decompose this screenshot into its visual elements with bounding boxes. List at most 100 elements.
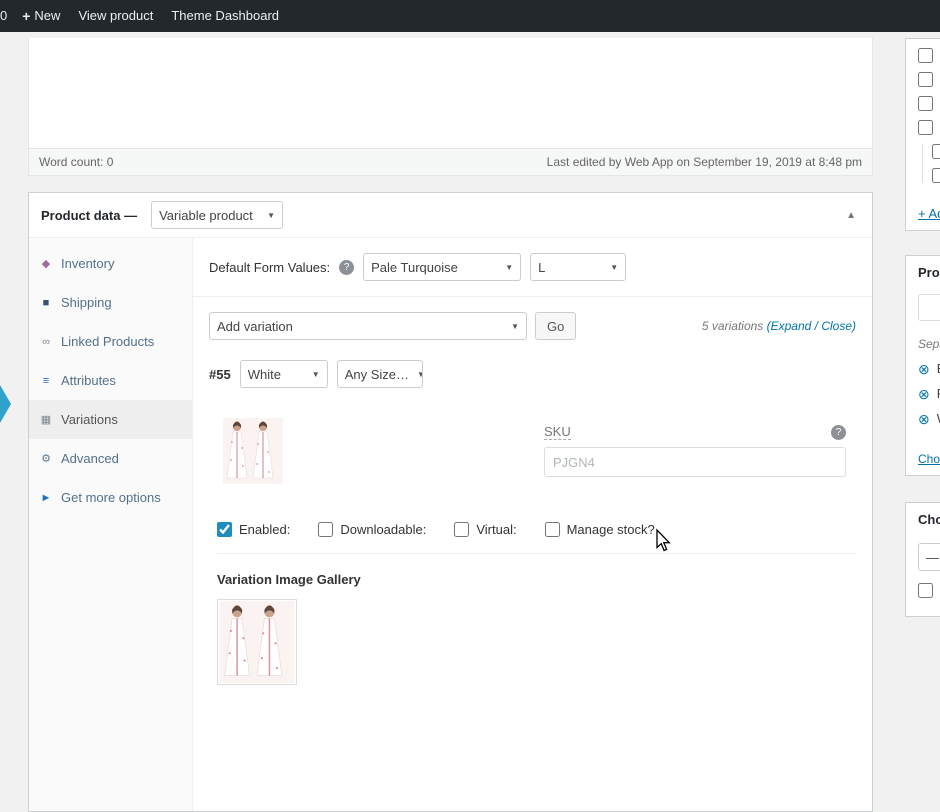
checkbox-label: Manage stock? — [566, 522, 655, 537]
adminbar-new-button[interactable]: + New — [13, 0, 69, 32]
category-checkbox[interactable] — [932, 168, 940, 183]
category-checkbox[interactable] — [932, 144, 940, 159]
bottom-checkbox-row[interactable]: H — [918, 583, 940, 598]
caret-down-icon: ▼ — [511, 321, 519, 331]
advanced-icon: ⚙ — [41, 453, 51, 465]
downloadable-checkbox-label[interactable]: Downloadable: — [318, 522, 426, 537]
tab-advanced[interactable]: ⚙ Advanced — [29, 439, 192, 478]
tab-get-more-options[interactable]: ► Get more options — [29, 478, 192, 517]
categories-box: + Add — [905, 38, 940, 231]
category-row[interactable] — [932, 168, 940, 183]
enabled-checkbox[interactable] — [217, 522, 232, 537]
checkbox-label: Virtual: — [476, 522, 517, 537]
default-color-select[interactable]: Pale Turquoise ▼ — [363, 253, 522, 281]
remove-tag-icon[interactable]: ⊗ — [918, 387, 930, 401]
content-editor: Word count: 0 Last edited by Web App on … — [28, 38, 873, 176]
checkbox-label: Enabled: — [239, 522, 291, 537]
add-variation-value: Add variation — [217, 318, 293, 334]
variations-summary: 5 variations (Expand / Close) — [702, 319, 856, 333]
linked-products-icon: ∞ — [42, 335, 50, 348]
manage-stock-checkbox[interactable] — [544, 522, 560, 537]
adminbar-theme-dashboard[interactable]: Theme Dashboard — [162, 0, 288, 32]
help-icon[interactable]: ? — [831, 424, 846, 440]
caret-down-icon: ▼ — [267, 210, 276, 220]
attributes-icon: ≡ — [42, 374, 50, 387]
sku-label: SKU — [544, 424, 571, 440]
get-more-options-icon: ► — [40, 491, 52, 504]
go-button[interactable]: Go — [535, 312, 577, 340]
caret-down-icon: ▼ — [610, 262, 619, 272]
expand-close-links[interactable]: (Expand / Close) — [767, 319, 856, 333]
enabled-checkbox-label[interactable]: Enabled: — [217, 522, 290, 537]
variation-color-value: White — [247, 366, 281, 382]
main-column: Word count: 0 Last edited by Web App on … — [28, 38, 873, 812]
variation-options-row: Enabled: Downloadable: Virtual: Manage s… — [217, 522, 856, 554]
panel-collapse-toggle[interactable]: ▲ — [842, 206, 860, 225]
tab-label: Linked Products — [61, 334, 155, 349]
add-category-link[interactable]: + Add — [918, 206, 940, 221]
bottom-checkbox[interactable] — [918, 583, 933, 598]
variation-image-gallery-title: Variation Image Gallery — [217, 572, 361, 587]
category-row[interactable] — [918, 120, 940, 135]
product-tags-box: Produ Separ ⊗ Bla ⊗ Ro ⊗ Wh Choos — [905, 255, 940, 476]
tags-input[interactable] — [918, 294, 940, 321]
remove-tag-icon[interactable]: ⊗ — [918, 362, 930, 376]
default-size-select[interactable]: L ▼ — [530, 253, 627, 281]
caret-down-icon: ▼ — [311, 369, 320, 379]
add-variation-select[interactable]: Add variation ▼ — [209, 312, 527, 340]
tag-item: ⊗ Bla — [918, 361, 940, 376]
sku-input[interactable] — [544, 447, 846, 477]
default-form-values-row: Default Form Values: ? Pale Turquoise ▼ … — [193, 238, 872, 297]
category-checkbox[interactable] — [918, 72, 933, 87]
variation-detail-top: SKU ? — [209, 412, 856, 516]
variation-color-select[interactable]: White ▼ — [239, 360, 328, 388]
product-data-panel: Product data — Variable product ▼ ▲ ◆ In… — [28, 192, 873, 812]
adminbar-count[interactable]: 0 — [0, 0, 13, 32]
checkbox-label: Downloadable: — [340, 522, 427, 537]
sku-field-group: SKU ? — [544, 424, 846, 477]
adminbar-new-label: New — [34, 8, 61, 23]
product-data-tabs: ◆ Inventory ■ Shipping ∞ Linked Products… — [29, 238, 193, 811]
category-checkbox[interactable] — [918, 120, 933, 135]
remove-tag-icon[interactable]: ⊗ — [918, 412, 930, 426]
product-data-title: Product data — — [41, 207, 138, 223]
tab-label: Inventory — [61, 256, 115, 271]
editor-body[interactable] — [29, 38, 872, 148]
variation-product-image[interactable] — [223, 418, 283, 484]
tab-shipping[interactable]: ■ Shipping — [29, 283, 192, 322]
virtual-checkbox[interactable] — [454, 522, 470, 537]
tab-attributes[interactable]: ≡ Attributes — [29, 361, 192, 400]
tab-label: Get more options — [61, 490, 161, 505]
gallery-thumbnail-image[interactable] — [217, 599, 297, 685]
category-row[interactable] — [918, 48, 940, 63]
inventory-icon: ◆ — [41, 258, 51, 270]
tab-linked-products[interactable]: ∞ Linked Products — [29, 322, 192, 361]
category-row[interactable] — [918, 72, 940, 87]
category-checkbox[interactable] — [918, 48, 933, 63]
plus-icon: + — [22, 8, 31, 24]
downloadable-checkbox[interactable] — [318, 522, 334, 537]
caret-down-icon: ▼ — [505, 262, 514, 272]
bottom-box-select[interactable]: — N ▼ — [918, 543, 940, 571]
variations-content: Default Form Values: ? Pale Turquoise ▼ … — [193, 238, 872, 811]
adminbar-view-product[interactable]: View product — [69, 0, 162, 32]
product-type-select[interactable]: Variable product ▼ — [151, 201, 284, 229]
manage-stock-checkbox-label[interactable]: Manage stock? — [544, 522, 655, 537]
variations-count: 5 variations — [701, 319, 767, 333]
default-color-value: Pale Turquoise — [371, 259, 458, 275]
category-row[interactable] — [932, 144, 940, 159]
tag-item: ⊗ Wh — [918, 411, 940, 426]
default-form-values-label: Default Form Values: — [209, 259, 331, 275]
tags-hint: Separ — [918, 337, 940, 351]
caret-down-icon: ▼ — [417, 370, 422, 379]
choose-tags-link[interactable]: Choos — [918, 452, 940, 466]
category-row[interactable] — [918, 96, 940, 111]
variation-size-select[interactable]: Any Size… ▼ — [336, 360, 423, 388]
editor-status-bar: Word count: 0 Last edited by Web App on … — [29, 148, 872, 175]
help-icon[interactable]: ? — [339, 259, 355, 275]
virtual-checkbox-label[interactable]: Virtual: — [454, 522, 517, 537]
left-edge-marker — [0, 385, 11, 423]
tab-inventory[interactable]: ◆ Inventory — [29, 244, 192, 283]
tab-variations[interactable]: ▦ Variations — [29, 400, 192, 439]
category-checkbox[interactable] — [918, 96, 933, 111]
